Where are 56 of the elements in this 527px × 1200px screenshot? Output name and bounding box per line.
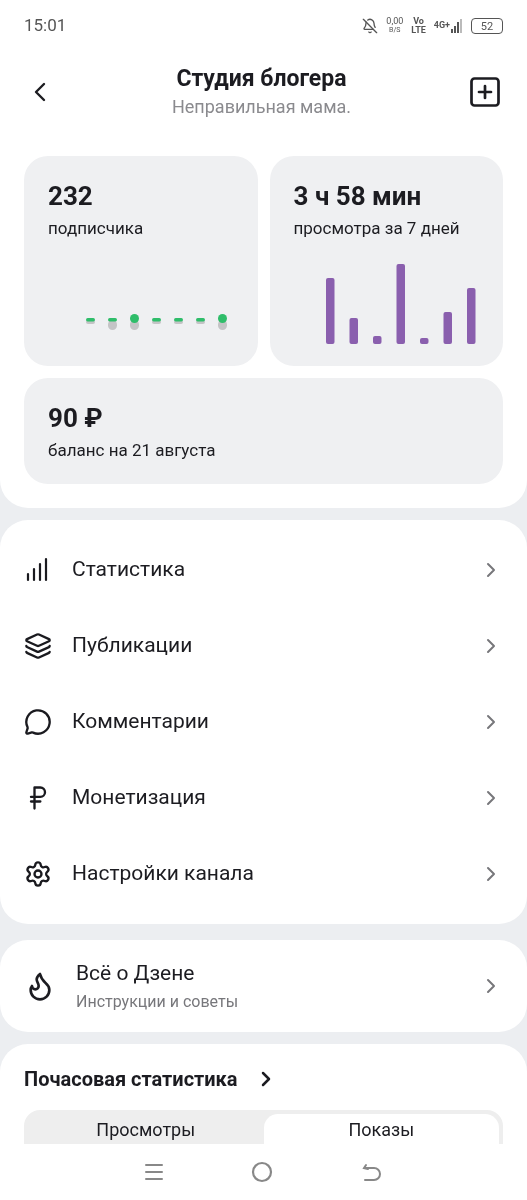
chart-mark — [107, 318, 117, 330]
menu-item[interactable]: Монетизация — [0, 760, 527, 836]
section-title[interactable]: Почасовая статистика — [24, 1064, 238, 1094]
channel-name: Неправильная мама. — [171, 94, 352, 119]
speech-bubble-icon — [24, 708, 52, 736]
stat-card[interactable]: 90 ₽ баланс на 21 августа — [24, 378, 503, 484]
clock: 15:01 — [24, 14, 67, 38]
chart-bar — [373, 336, 382, 344]
chart-mark — [195, 318, 205, 324]
about-card[interactable]: Всё о Дзене Инструкции и советы — [0, 940, 527, 1032]
menu-label: Статистика — [72, 556, 187, 584]
network-type: 4G+ — [433, 19, 450, 32]
stat-value: 3 ч 58 мин — [293, 180, 423, 212]
menu-label: Комментарии — [72, 708, 210, 736]
chart-mark — [217, 314, 227, 330]
stat-label: подписчика — [48, 217, 145, 240]
about-subtitle: Инструкции и советы — [76, 990, 240, 1013]
stat-label: баланс на 21 августа — [48, 439, 217, 462]
menu-label: Публикации — [72, 632, 194, 660]
stat-value: 90 ₽ — [48, 402, 104, 434]
stat-card[interactable]: 3 ч 58 мин просмотра за 7 дней — [269, 156, 503, 366]
chart-mark — [129, 314, 139, 330]
stat-value: 232 — [48, 180, 94, 212]
battery-level: 52 — [480, 20, 494, 32]
speed-value: 0,00 — [386, 17, 404, 26]
chart-mark — [151, 318, 161, 324]
muted-bell-icon — [362, 18, 379, 34]
volte-label: Vo — [413, 17, 424, 26]
chart-mark — [85, 318, 95, 324]
chart-bar — [467, 288, 476, 344]
about-title: Всё о Дзене — [76, 960, 196, 988]
add-button[interactable] — [467, 74, 503, 110]
menu-icon[interactable] — [143, 1162, 164, 1182]
settings-icon — [24, 860, 52, 888]
page-title: Студия блогера — [176, 64, 347, 93]
menu-label: Настройки канала — [72, 860, 255, 888]
signal-icon — [451, 19, 463, 33]
tab[interactable]: Показы — [263, 1114, 499, 1144]
stat-label: просмотра за 7 дней — [293, 217, 461, 240]
tab[interactable]: Просмотры — [28, 1114, 264, 1144]
menu-item[interactable]: Настройки канала — [0, 836, 527, 912]
home-icon[interactable] — [251, 1161, 274, 1183]
menu-label: Монетизация — [72, 784, 207, 812]
chart-bar — [420, 338, 429, 344]
stack-icon — [24, 632, 52, 660]
menu-item[interactable]: Публикации — [0, 608, 527, 684]
lte-label: LTE — [411, 26, 426, 35]
stat-card[interactable]: 232 подписчика — [24, 156, 258, 366]
chart-bar — [349, 318, 358, 344]
menu-item[interactable]: Статистика — [0, 532, 527, 608]
return-icon[interactable] — [361, 1161, 384, 1183]
chart-bar — [326, 278, 335, 344]
chart-bar — [443, 312, 452, 344]
plus-icon — [467, 74, 503, 110]
chart-mark — [173, 318, 183, 324]
menu-item[interactable]: Комментарии — [0, 684, 527, 760]
